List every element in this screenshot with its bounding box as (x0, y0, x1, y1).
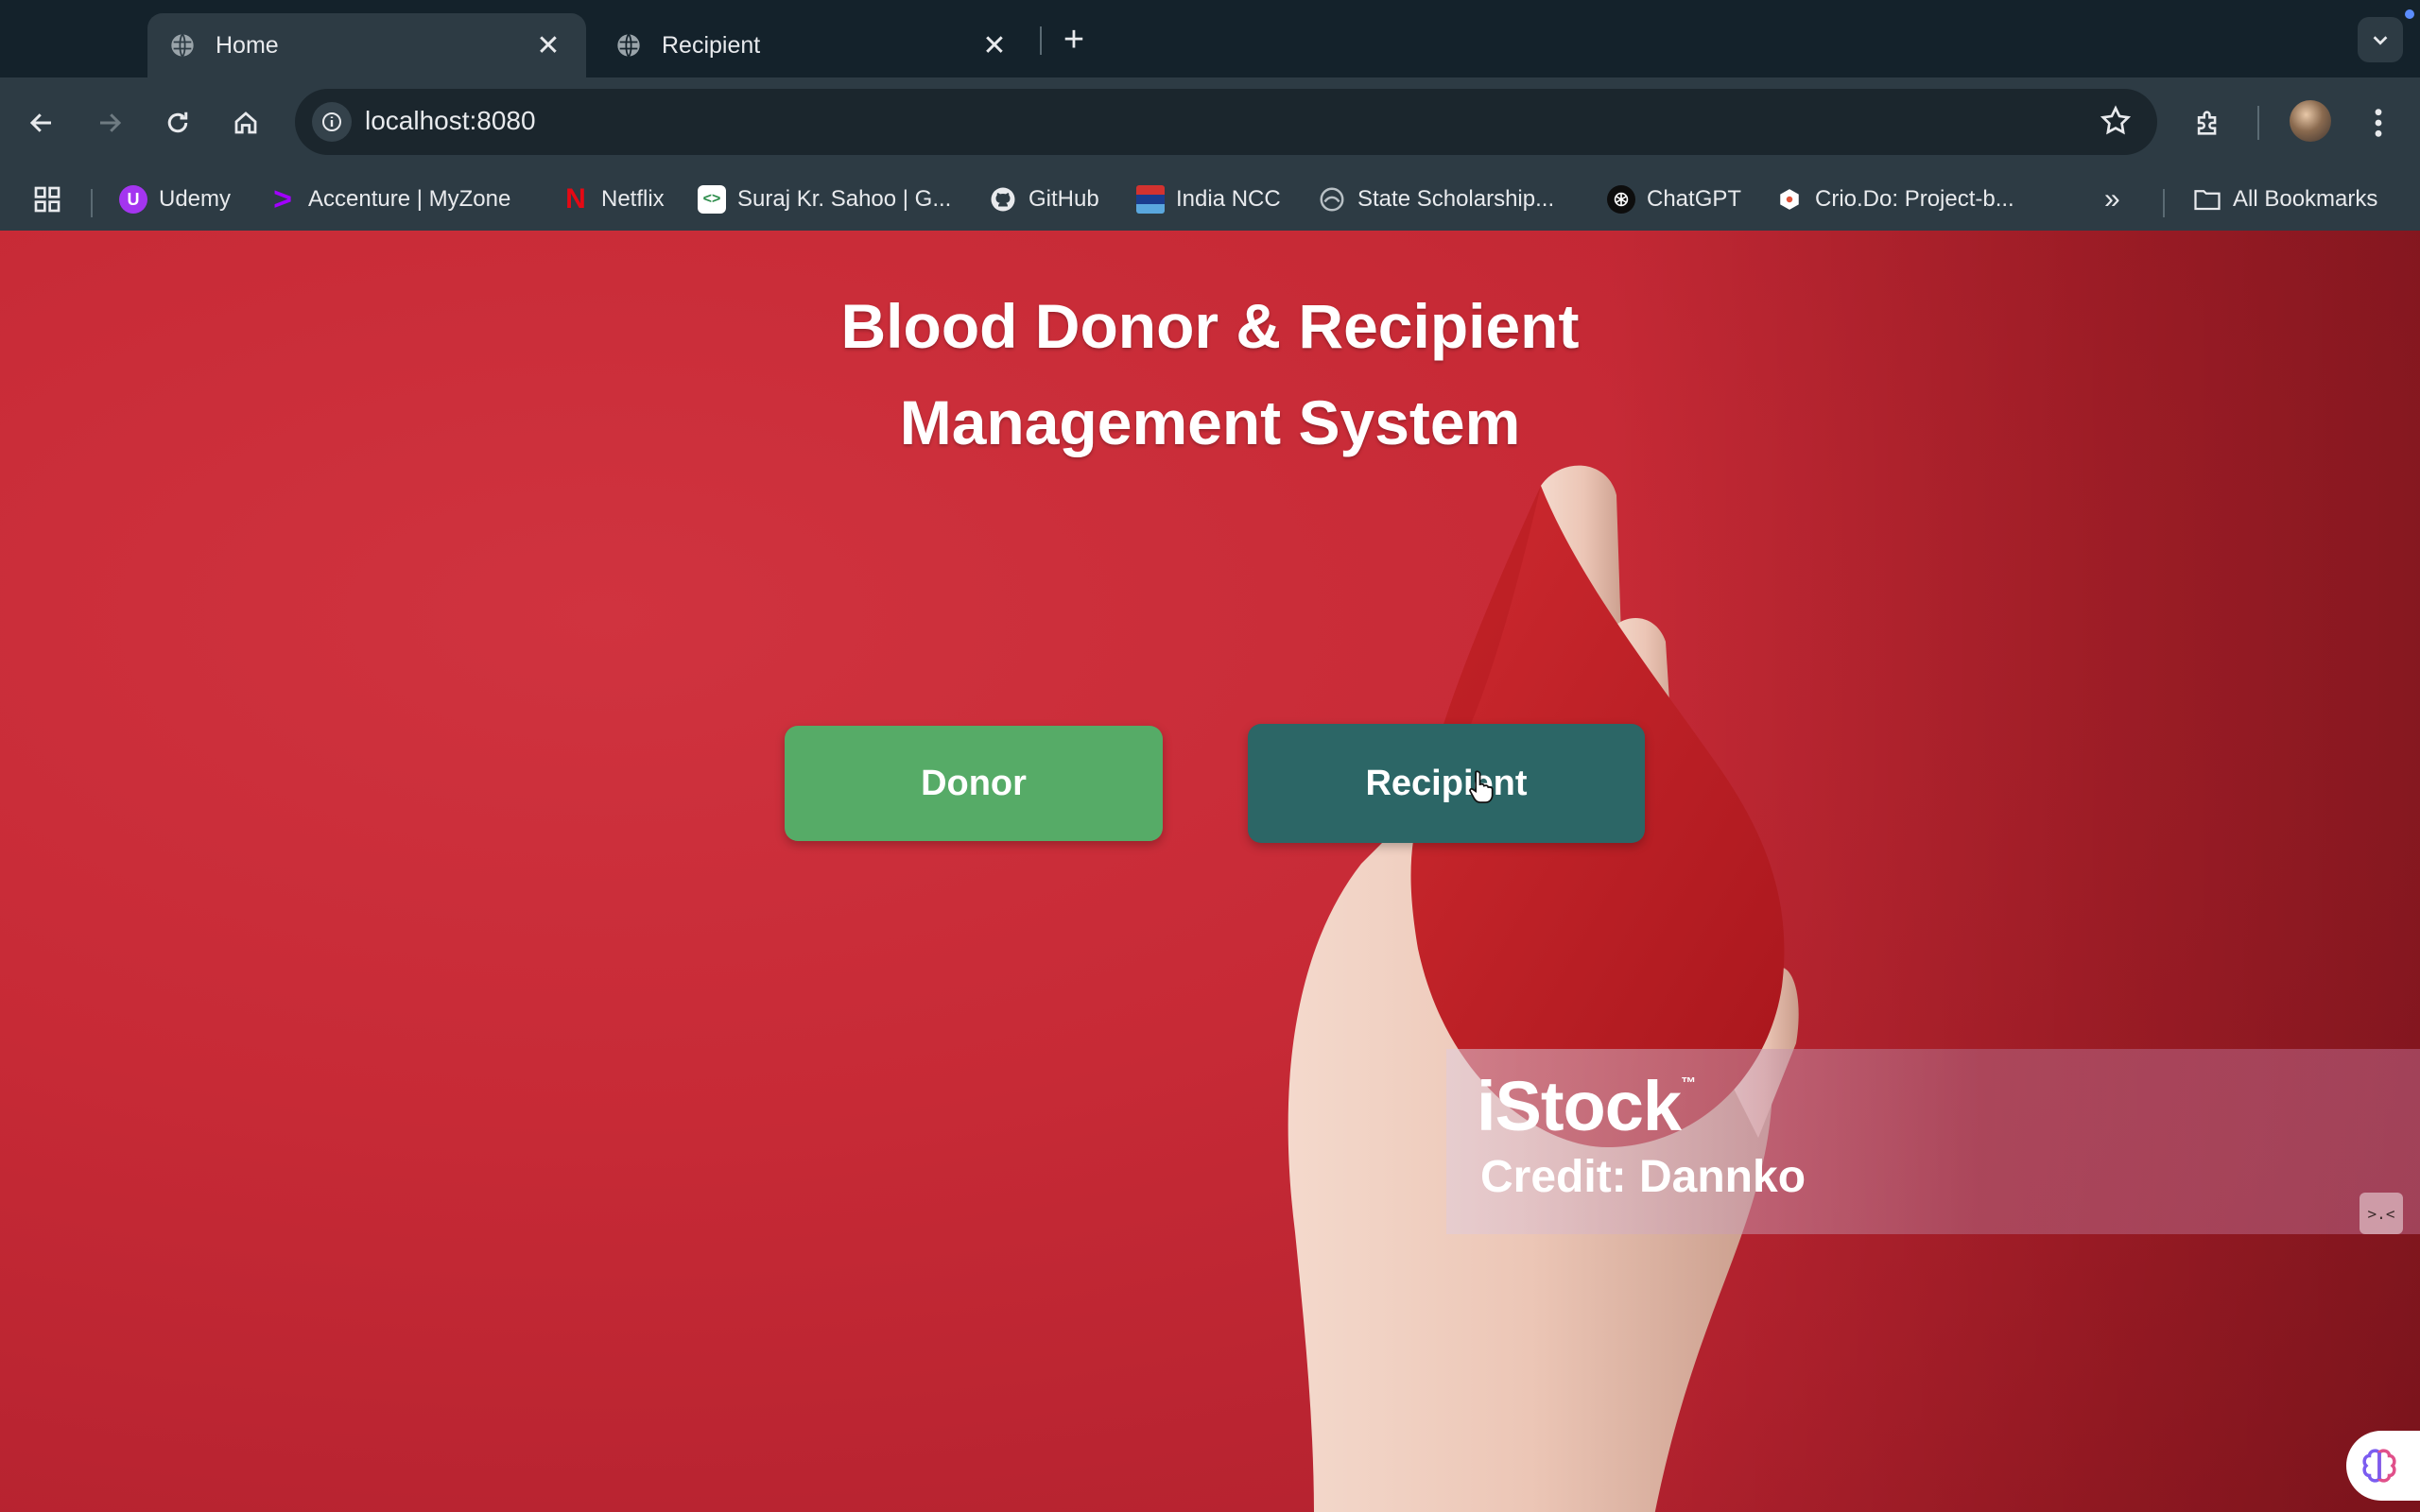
globe-icon (614, 31, 643, 60)
page-content: Blood Donor & Recipient Management Syste… (0, 231, 2420, 1512)
recipient-button[interactable]: Recipient (1248, 724, 1645, 843)
bookmark-chatgpt[interactable]: ChatGPT (1607, 180, 1741, 219)
bookmark-label: State Scholarship... (1357, 186, 1555, 212)
all-bookmarks[interactable]: All Bookmarks (2193, 180, 2377, 219)
udemy-icon: U (119, 185, 147, 214)
bookmark-netflix[interactable]: N Netflix (562, 180, 665, 219)
accenture-icon: > (273, 180, 292, 217)
new-tab-button[interactable]: + (1055, 21, 1093, 59)
bookmark-label: Accenture | MyZone (308, 186, 511, 212)
code-icon: <> (698, 185, 726, 214)
bookmarks-divider (2163, 189, 2165, 217)
address-bar[interactable]: localhost:8080 (295, 89, 2157, 155)
browser-toolbar: localhost:8080 (0, 77, 2420, 168)
tab-title: Recipient (662, 31, 761, 59)
site-info-icon[interactable] (312, 102, 352, 142)
bookmark-crio[interactable]: Crio.Do: Project-b... (1775, 180, 2014, 219)
tab-search-button[interactable] (2358, 17, 2403, 62)
bookmark-label: ChatGPT (1647, 186, 1742, 212)
close-tab-icon[interactable]: ✕ (531, 29, 565, 62)
bookmarks-bar: U Udemy > Accenture | MyZone N Netflix <… (0, 168, 2420, 232)
crio-icon (1775, 185, 1804, 214)
bookmark-label: Crio.Do: Project-b... (1815, 186, 2014, 212)
back-button[interactable] (17, 98, 66, 147)
close-tab-icon[interactable]: ✕ (977, 29, 1011, 62)
apps-grid-icon[interactable] (32, 180, 62, 219)
reload-icon (167, 112, 188, 133)
toolbar-divider (2257, 106, 2259, 140)
bookmarks-divider (91, 189, 93, 217)
bookmark-accenture[interactable]: > Accenture | MyZone (268, 180, 510, 219)
page-title: Blood Donor & Recipient Management Syste… (0, 278, 2420, 471)
notification-dot (2405, 9, 2414, 19)
all-bookmarks-label: All Bookmarks (2233, 186, 2378, 212)
bookmark-label: Suraj Kr. Sahoo | G... (737, 186, 952, 212)
bookmark-suraj[interactable]: <> Suraj Kr. Sahoo | G... (698, 180, 951, 219)
istock-watermark: iStock™ Credit: Dannko (1446, 1049, 2420, 1234)
ncc-icon (1136, 185, 1165, 214)
url-text[interactable]: localhost:8080 (365, 106, 536, 136)
chevron-down-icon (2373, 36, 2388, 45)
donor-button[interactable]: Donor (785, 726, 1163, 841)
more-bookmarks-chevron-icon[interactable]: » (2104, 180, 2120, 219)
netflix-icon: N (565, 183, 586, 215)
bookmark-state-scholarship[interactable]: State Scholarship... (1318, 180, 1554, 219)
tab-recipient[interactable]: Recipient ✕ (594, 13, 1032, 77)
home-button[interactable] (221, 98, 270, 147)
tab-divider (1040, 26, 1042, 55)
tab-title: Home (216, 31, 279, 59)
forward-arrow-icon (100, 113, 122, 132)
tab-strip: Home ✕ Recipient ✕ + (0, 0, 2420, 77)
tab-home[interactable]: Home ✕ (147, 13, 586, 77)
bookmark-label: Netflix (601, 186, 665, 212)
home-icon (234, 112, 257, 134)
folder-icon (2193, 185, 2221, 214)
github-icon (989, 185, 1017, 214)
profile-avatar[interactable] (2290, 100, 2331, 142)
page-title-line2: Management System (899, 387, 1521, 457)
bookmark-label: India NCC (1176, 186, 1281, 212)
extension-widget-icon[interactable]: >.< (2360, 1193, 2403, 1234)
scholarship-icon (1318, 185, 1346, 214)
chatgpt-icon (1607, 185, 1635, 214)
bookmark-udemy[interactable]: U Udemy (119, 180, 231, 219)
bookmark-star-icon[interactable] (2099, 104, 2133, 143)
brain-extension-icon[interactable] (2346, 1431, 2420, 1501)
watermark-credit: Credit: Dannko (1480, 1152, 1806, 1202)
bookmark-label: Udemy (159, 186, 232, 212)
bookmark-india-ncc[interactable]: India NCC (1136, 180, 1281, 219)
bookmark-label: GitHub (1028, 186, 1099, 212)
extensions-icon[interactable] (2184, 98, 2233, 147)
reload-button[interactable] (153, 98, 202, 147)
bookmark-github[interactable]: GitHub (989, 180, 1099, 219)
forward-button[interactable] (85, 98, 134, 147)
hand-pointer-cursor-icon (1469, 770, 1494, 803)
page-title-line1: Blood Donor & Recipient (840, 291, 1580, 361)
hand-blood-drop-image (1288, 465, 1799, 1512)
istock-logo: iStock™ (1477, 1067, 1696, 1145)
globe-icon (168, 31, 197, 60)
back-arrow-icon (29, 113, 51, 132)
browser-menu-icon[interactable] (2354, 98, 2403, 147)
